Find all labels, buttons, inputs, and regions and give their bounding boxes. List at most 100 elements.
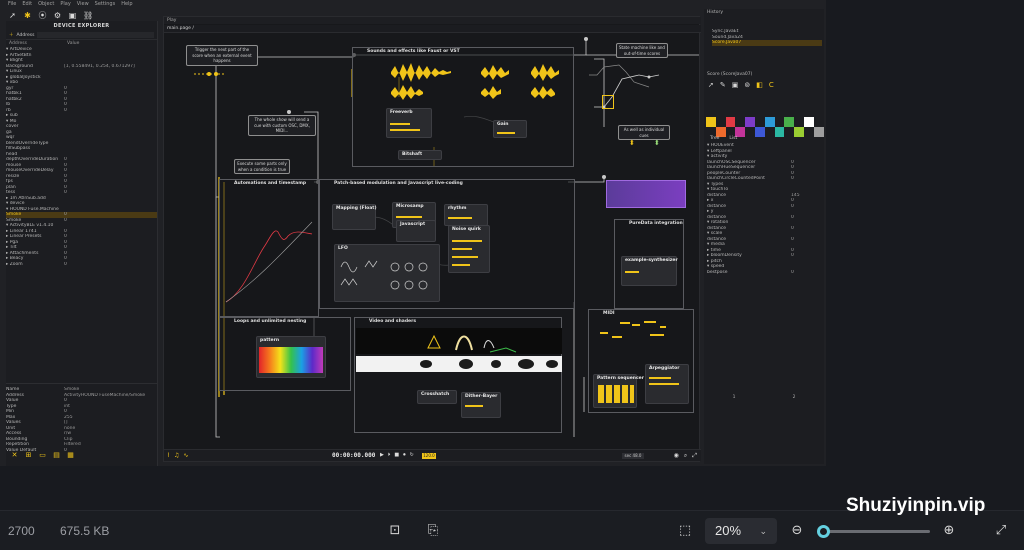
node-javascript[interactable]: Javascript (396, 220, 436, 242)
color-swatch[interactable] (764, 117, 775, 127)
param-bar[interactable] (390, 129, 420, 131)
param-bar[interactable] (396, 216, 422, 218)
address-filter-input[interactable] (37, 32, 154, 38)
node-gain[interactable]: Gain (493, 120, 527, 138)
layout-icon[interactable]: ▣ (68, 11, 77, 20)
group-patch[interactable]: Patch-based modulation and Javascript li… (319, 179, 575, 309)
param-bar[interactable] (649, 383, 679, 385)
color-swatch[interactable] (804, 117, 814, 127)
fit-screen-icon[interactable]: ⬚ (676, 522, 694, 540)
param-bar[interactable] (390, 123, 410, 125)
param-bar[interactable] (625, 271, 639, 273)
collapse-icon[interactable]: ✕ (10, 451, 19, 460)
color-swatch[interactable] (813, 127, 824, 137)
param-bar[interactable] (497, 132, 515, 134)
color-swatch[interactable] (706, 117, 716, 127)
color-swatch[interactable] (774, 127, 785, 137)
music-note-icon[interactable]: ♫ (174, 452, 179, 459)
param-bar[interactable] (448, 217, 472, 219)
node-mapping[interactable]: Mapping (Float) (332, 204, 377, 230)
tempo-field[interactable]: 120.0 (422, 453, 436, 459)
play-icon[interactable]: ▶ (380, 452, 384, 458)
footer-page-2[interactable]: 2 (793, 395, 796, 400)
color-icon[interactable]: ◧ (756, 81, 763, 89)
link-icon[interactable]: ⛓ (83, 11, 93, 20)
note-trigger[interactable]: Trigger the next part of the score when … (186, 45, 258, 66)
step-grid[interactable] (598, 385, 634, 403)
color-swatch[interactable] (784, 117, 795, 127)
node-lfo[interactable]: LFO (334, 244, 440, 302)
group-midi[interactable]: MIDI Pattern sequencer Arpeggiator (588, 309, 694, 413)
param-bar[interactable] (452, 240, 482, 242)
zoom-out-icon[interactable]: ⊖ (788, 522, 806, 540)
menu-object[interactable]: Object (38, 0, 54, 9)
state-row[interactable]: bestpose 0 (707, 270, 822, 276)
state-selection[interactable] (602, 95, 614, 109)
note-exec[interactable]: Execute some parts only when a condition… (234, 159, 290, 174)
zoom-slider-knob[interactable] (817, 525, 830, 538)
wave-icon[interactable]: ∿ (183, 452, 188, 459)
color-palette[interactable] (706, 117, 824, 137)
loop-icon[interactable]: ↻ (410, 452, 414, 458)
record-icon[interactable]: ⏺ (403, 452, 406, 458)
zoom-slider[interactable] (817, 525, 930, 538)
zoom-select[interactable]: 20% ⌄ (705, 518, 777, 544)
node-rhythm[interactable]: rhythm (444, 204, 488, 226)
tree-row[interactable]: ▸ Zoom 0 (6, 262, 157, 268)
color-swatch[interactable] (745, 117, 755, 127)
stop-icon[interactable]: ■ (394, 452, 399, 458)
node-freeverb[interactable]: Freeverb (386, 108, 432, 138)
tab-tree[interactable]: Tree (710, 136, 719, 141)
grid-icon[interactable]: ▦ (66, 451, 75, 460)
camera-icon[interactable]: ▣ (732, 81, 739, 89)
note-osc[interactable]: The whole show will send a cue with cust… (248, 115, 316, 136)
menu-help[interactable]: Help (121, 0, 132, 9)
history-item-selected[interactable]: Score.Java07 (712, 40, 822, 46)
focus-icon[interactable]: ⊡ (386, 522, 404, 540)
pencil-icon[interactable]: ✎ (720, 81, 726, 89)
param-bar[interactable] (452, 248, 472, 250)
menu-settings[interactable]: Settings (95, 0, 116, 9)
node-puredata[interactable]: example-synthesizer (621, 256, 678, 286)
node-dither[interactable]: Dither-Bayer (461, 392, 501, 418)
folder-icon[interactable]: ▭ (38, 451, 47, 460)
node-arpeggiator[interactable]: Arpeggiator (645, 364, 689, 404)
node-bitshaft[interactable]: Bitshaft (398, 150, 442, 160)
save-icon[interactable]: ▤ (52, 451, 61, 460)
group-automation[interactable]: Automations and timestamp (219, 179, 319, 317)
scope-icon[interactable]: ⌇ (167, 452, 170, 459)
cursor-icon[interactable]: ➚ (708, 81, 714, 89)
group-video[interactable]: Video and shaders Crosshatch Dither-Baye… (354, 317, 562, 433)
menu-play[interactable]: Play (60, 0, 70, 9)
purple-clip[interactable] (606, 180, 686, 208)
param-bar[interactable] (452, 256, 478, 258)
param-bar[interactable] (465, 405, 483, 407)
node-pattern-sequencer[interactable]: Pattern sequencer (593, 374, 644, 408)
audio-icon[interactable]: ◉ (674, 452, 679, 460)
color-swatch[interactable] (794, 127, 804, 137)
select-tool-icon[interactable]: ➚ (8, 11, 17, 20)
note-state[interactable]: State machine like and out-of-time score… (616, 43, 668, 58)
expand-icon[interactable]: ⤢ (992, 522, 1010, 540)
param-bar[interactable] (452, 264, 470, 266)
settings-icon[interactable]: ⚙ (53, 11, 62, 20)
record-icon[interactable]: ⊚ (744, 81, 750, 89)
note-curve[interactable]: As well as individual cues (618, 125, 670, 140)
node-pattern[interactable]: pattern (256, 336, 326, 378)
menu-edit[interactable]: Edit (22, 0, 32, 9)
zoom-in-icon[interactable]: ⊕ (940, 522, 958, 540)
play-global-icon[interactable]: ⏵ (388, 452, 391, 458)
score-canvas[interactable]: Play main.page / Trigger the next part o… (163, 16, 701, 462)
cue-icon[interactable]: ⬍ (654, 139, 660, 147)
footer-page-1[interactable]: 1 (733, 395, 736, 400)
param-bar[interactable] (649, 377, 671, 379)
menu-file[interactable]: File (8, 0, 16, 9)
group-loops[interactable]: Loops and unlimited nesting pattern (219, 317, 351, 391)
text-scan-icon[interactable]: ⎘ (424, 522, 442, 540)
node-crosshatch[interactable]: Crosshatch (417, 390, 457, 404)
add-icon[interactable]: ＋ (9, 32, 14, 38)
gear-icon[interactable]: ✱ (23, 11, 32, 20)
cue-icon[interactable]: ⬍ (629, 139, 635, 147)
fullscreen-icon[interactable]: ⤢ (692, 452, 697, 460)
scan-icon[interactable]: ⊞ (24, 451, 33, 460)
